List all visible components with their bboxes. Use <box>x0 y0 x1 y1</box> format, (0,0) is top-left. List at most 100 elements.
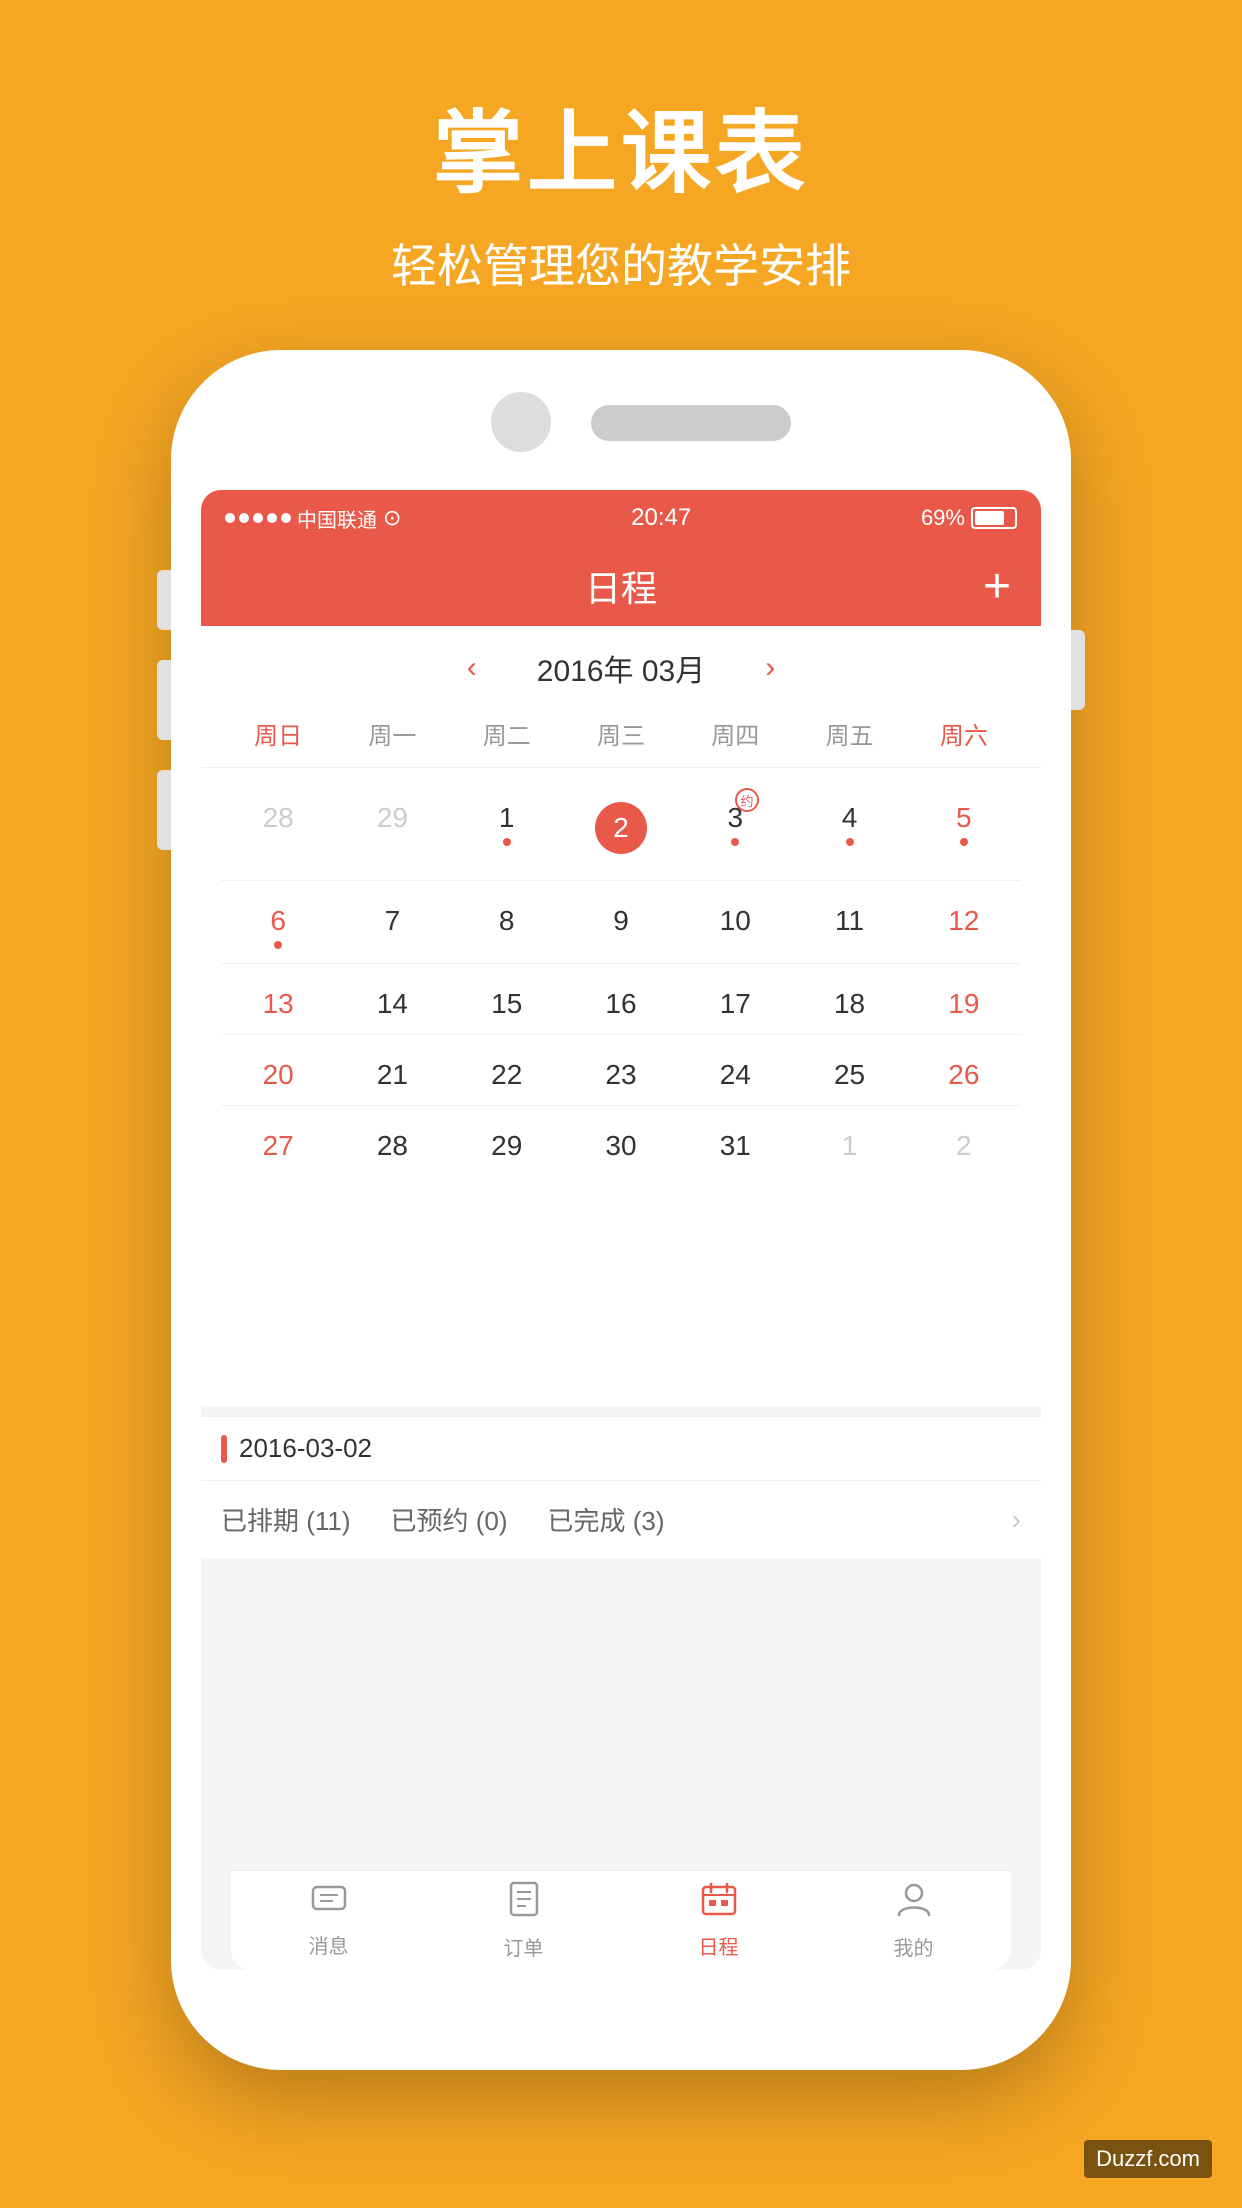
status-left: 中国联通 ⊙ <box>225 504 401 533</box>
tab-messages[interactable]: 消息 <box>231 1871 426 1970</box>
time-display: 20:47 <box>631 504 691 532</box>
cal-cell-9[interactable]: 9 <box>564 881 678 963</box>
cal-cell-21[interactable]: 21 <box>335 1035 449 1105</box>
cal-cell-next-2[interactable]: 2 <box>907 1106 1021 1176</box>
signal-dot-1 <box>225 513 235 523</box>
cal-cell-12[interactable]: 12 <box>907 881 1021 963</box>
tab-bar: 消息 订单 <box>231 1870 1011 1970</box>
nav-title: 日程 <box>585 560 657 612</box>
tab-profile[interactable]: 我的 <box>816 1871 1011 1970</box>
cal-cell-30[interactable]: 30 <box>564 1106 678 1176</box>
next-month-button[interactable]: › <box>765 651 775 685</box>
day-header-tue: 周二 <box>450 710 564 757</box>
power-button <box>1071 630 1085 710</box>
tab-profile-label: 我的 <box>894 1932 934 1961</box>
cal-cell-28[interactable]: 28 <box>335 1106 449 1176</box>
cal-cell-4[interactable]: 4 <box>792 778 906 880</box>
phone-frame: 中国联通 ⊙ 20:47 69% 日程 + ‹ 2016年 03月 › <box>171 350 1071 2070</box>
calendar-row-3: 13 14 15 16 17 18 <box>221 964 1021 1035</box>
cal-cell-29[interactable]: 29 <box>450 1106 564 1176</box>
cal-cell-2-today[interactable]: 2 <box>564 778 678 880</box>
calendar-area: ‹ 2016年 03月 › 周日 周一 周二 周三 周四 周五 周六 28 <box>201 626 1041 1186</box>
messages-icon <box>311 1882 347 1924</box>
cal-cell-18[interactable]: 18 <box>792 964 906 1034</box>
cal-cell-8[interactable]: 8 <box>450 881 564 963</box>
phone-speaker <box>591 405 791 441</box>
app-title: 掌上课表 <box>0 80 1242 210</box>
content-area <box>201 1186 1041 1406</box>
cal-cell-next-1[interactable]: 1 <box>792 1106 906 1176</box>
cal-cell-17[interactable]: 17 <box>678 964 792 1034</box>
booked-count: 已预约 (0) <box>391 1501 508 1538</box>
cal-cell-20[interactable]: 20 <box>221 1035 335 1105</box>
prev-month-button[interactable]: ‹ <box>467 651 477 685</box>
today-indicator: 2 <box>595 802 647 854</box>
tab-schedule-label: 日程 <box>699 1931 739 1960</box>
battery-percent: 69% <box>921 505 965 531</box>
day-header-thu: 周四 <box>678 710 792 757</box>
carrier-label: 中国联通 <box>297 504 377 533</box>
screen: 中国联通 ⊙ 20:47 69% 日程 + ‹ 2016年 03月 › <box>201 490 1041 1970</box>
cal-cell-14[interactable]: 14 <box>335 964 449 1034</box>
cal-cell-19[interactable]: 19 <box>907 964 1021 1034</box>
add-button[interactable]: + <box>983 559 1011 614</box>
cal-cell-16[interactable]: 16 <box>564 964 678 1034</box>
nav-bar: 日程 + <box>201 546 1041 626</box>
cal-cell-1[interactable]: 1 <box>450 778 564 880</box>
scheduled-count: 已排期 (11) <box>221 1501 351 1538</box>
cal-cell-24[interactable]: 24 <box>678 1035 792 1105</box>
day-header-sat: 周六 <box>907 710 1021 757</box>
cal-cell[interactable]: 28 <box>221 778 335 880</box>
cal-cell-23[interactable]: 23 <box>564 1035 678 1105</box>
signal-dot-5 <box>281 513 291 523</box>
cal-cell-25[interactable]: 25 <box>792 1035 906 1105</box>
status-bar: 中国联通 ⊙ 20:47 69% <box>201 490 1041 546</box>
profile-icon <box>897 1881 931 1926</box>
app-subtitle: 轻松管理您的教学安排 <box>0 230 1242 296</box>
cal-cell-3[interactable]: 3 约 <box>678 778 792 880</box>
battery-fill <box>975 511 1004 525</box>
calendar-row-1: 28 29 1 2 <box>221 778 1021 881</box>
chevron-right-icon: › <box>1012 1504 1021 1536</box>
signal-dots <box>225 513 291 523</box>
cal-cell-5[interactable]: 5 <box>907 778 1021 880</box>
calendar-row-5: 27 28 29 30 31 1 <box>221 1106 1021 1176</box>
cal-cell-10[interactable]: 10 <box>678 881 792 963</box>
calendar-row-2: 6 7 8 9 10 11 <box>221 881 1021 964</box>
day-headers: 周日 周一 周二 周三 周四 周五 周六 <box>201 700 1041 768</box>
cal-cell-15[interactable]: 15 <box>450 964 564 1034</box>
cal-cell[interactable]: 29 <box>335 778 449 880</box>
calendar-grid: 28 29 1 2 <box>201 768 1041 1186</box>
signal-dot-4 <box>267 513 277 523</box>
volume-down-button <box>157 770 171 850</box>
wifi-icon: ⊙ <box>383 505 401 531</box>
orders-icon <box>509 1881 539 1926</box>
tab-orders-label: 订单 <box>504 1932 544 1961</box>
reservation-badge: 约 <box>735 788 759 812</box>
status-right: 69% <box>921 505 1017 531</box>
cal-cell-22[interactable]: 22 <box>450 1035 564 1105</box>
status-summary-row[interactable]: 已排期 (11) 已预约 (0) 已完成 (3) › <box>201 1480 1041 1558</box>
cal-cell-11[interactable]: 11 <box>792 881 906 963</box>
title-area: 掌上课表 轻松管理您的教学安排 <box>0 80 1242 296</box>
silent-button <box>157 570 171 630</box>
status-items: 已排期 (11) 已预约 (0) 已完成 (3) <box>221 1501 665 1538</box>
tab-schedule[interactable]: 日程 <box>621 1871 816 1970</box>
cal-cell-6[interactable]: 6 <box>221 881 335 963</box>
month-label: 2016年 03月 <box>537 646 705 690</box>
cal-cell-13[interactable]: 13 <box>221 964 335 1034</box>
signal-dot-3 <box>253 513 263 523</box>
cal-cell-26[interactable]: 26 <box>907 1035 1021 1105</box>
cal-cell-7[interactable]: 7 <box>335 881 449 963</box>
cal-cell-27[interactable]: 27 <box>221 1106 335 1176</box>
signal-dot-2 <box>239 513 249 523</box>
selected-date-text: 2016-03-02 <box>239 1433 372 1464</box>
month-nav: ‹ 2016年 03月 › <box>201 626 1041 700</box>
tab-orders[interactable]: 订单 <box>426 1871 621 1970</box>
watermark: Duzzf.com <box>1084 2140 1212 2178</box>
tab-messages-label: 消息 <box>309 1930 349 1959</box>
cal-cell-31[interactable]: 31 <box>678 1106 792 1176</box>
day-header-fri: 周五 <box>792 710 906 757</box>
day-header-mon: 周一 <box>335 710 449 757</box>
battery-bar <box>971 507 1017 529</box>
